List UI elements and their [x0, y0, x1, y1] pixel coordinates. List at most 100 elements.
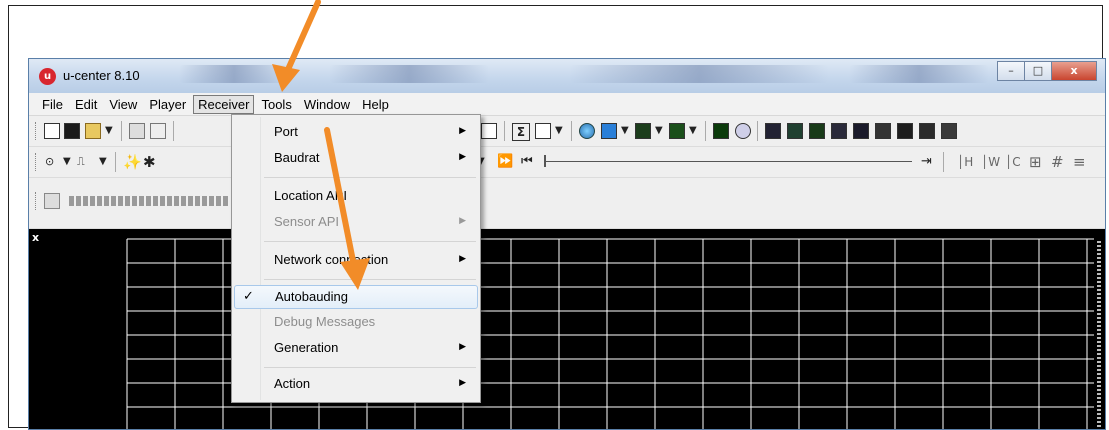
menu-item-label: Generation: [274, 340, 339, 355]
map-dropdown-icon[interactable]: ▼: [621, 122, 629, 140]
menu-item-label: Autobauding: [275, 289, 349, 304]
msg-w-icon[interactable]: │W: [981, 153, 1000, 171]
menu-item-label: Sensor API: [274, 214, 340, 229]
port-dropdown-icon[interactable]: ▼: [63, 153, 71, 171]
scale-tick: [1097, 405, 1101, 407]
menu-item-label: Baudrat: [274, 150, 320, 165]
menu-edit[interactable]: Edit: [70, 95, 102, 114]
menu-file[interactable]: File: [37, 95, 68, 114]
scale-tick: [1097, 393, 1101, 395]
list-view-icon[interactable]: [535, 123, 551, 139]
compass-icon[interactable]: [765, 123, 781, 139]
window-title: u-center 8.10: [63, 68, 140, 83]
scale-tick: [1097, 281, 1101, 283]
chart-dropdown-icon[interactable]: ▼: [655, 122, 663, 140]
fast-forward-icon[interactable]: ⏩: [497, 153, 513, 171]
receiver-dropdown-menu: Port ▶ Baudrat ▶ Location API Sensor API…: [231, 114, 481, 403]
graph-icon[interactable]: [809, 123, 825, 139]
baudrate-icon[interactable]: ⎍: [77, 153, 85, 171]
playback-slider[interactable]: [544, 161, 912, 162]
minimize-button[interactable]: –: [997, 61, 1025, 81]
status-segments: [69, 196, 229, 206]
menu-item-port[interactable]: Port ▶: [234, 121, 478, 145]
maximize-button[interactable]: □: [1024, 61, 1052, 81]
scale-tick: [1097, 389, 1101, 391]
app-logo-icon: u: [39, 68, 56, 85]
globe-icon[interactable]: [579, 123, 595, 139]
open-folder-icon[interactable]: [85, 123, 101, 139]
msg-grid-icon[interactable]: ⊞: [1029, 153, 1042, 171]
baud-dropdown-icon[interactable]: ▼: [99, 153, 107, 171]
menu-receiver[interactable]: Receiver: [193, 94, 255, 114]
print-preview-icon[interactable]: [150, 123, 166, 139]
scale-tick: [1097, 265, 1101, 267]
title-bar[interactable]: u u-center 8.10 – □ x: [29, 59, 1105, 93]
menu-tools[interactable]: Tools: [256, 95, 296, 114]
scale-tick: [1097, 285, 1101, 287]
satellite-view-icon[interactable]: [713, 123, 729, 139]
submenu-arrow-icon: ▶: [459, 152, 466, 162]
msg-h-icon[interactable]: │H: [957, 153, 973, 171]
wizard-icon[interactable]: ✨: [123, 153, 142, 171]
scale-tick: [1097, 397, 1101, 399]
scale-tick: [1097, 309, 1101, 311]
chart-line-icon[interactable]: [635, 123, 651, 139]
scale-tick: [1097, 325, 1101, 327]
print-icon[interactable]: [129, 123, 145, 139]
submenu-arrow-icon: ▶: [459, 216, 466, 226]
msg-filter-icon[interactable]: ≡: [1073, 153, 1086, 171]
scale-tick: [1097, 373, 1101, 375]
list-dropdown-icon[interactable]: ▼: [555, 122, 563, 140]
submenu-arrow-icon: ▶: [459, 254, 466, 264]
skip-start-icon[interactable]: ⏮: [521, 153, 533, 171]
menu-item-baudrate[interactable]: Baudrat ▶: [234, 147, 478, 171]
deviation-map-icon[interactable]: [853, 123, 869, 139]
bar-chart-icon[interactable]: [669, 123, 685, 139]
config-icon[interactable]: [44, 193, 60, 209]
radar-icon[interactable]: [735, 123, 751, 139]
sigma-icon[interactable]: Σ: [512, 123, 530, 141]
scale-tick: [1097, 261, 1101, 263]
menu-item-label: Debug Messages: [274, 314, 376, 329]
toolbar-player: ⊙ ▼ ⎍ ▼ ✨ ✱ ▼ ⏩ ⏮ ⇥ │H │W │C ⊞ # ≡: [29, 147, 1105, 178]
menu-help[interactable]: Help: [357, 95, 394, 114]
menu-player[interactable]: Player: [144, 95, 191, 114]
msg-c-icon[interactable]: │C: [1005, 153, 1021, 171]
statistics-icon[interactable]: [919, 123, 935, 139]
menu-item-sensor-api: Sensor API ▶: [234, 211, 478, 235]
new-document-icon[interactable]: [44, 123, 60, 139]
scale-tick: [1097, 353, 1101, 355]
bars-dropdown-icon[interactable]: ▼: [689, 122, 697, 140]
debug-icon[interactable]: ✱: [143, 153, 156, 171]
menu-window[interactable]: Window: [299, 95, 355, 114]
scale-tick: [1097, 305, 1101, 307]
menu-item-action[interactable]: Action ▶: [234, 373, 478, 397]
submenu-arrow-icon: ▶: [459, 378, 466, 388]
menu-item-autobauding[interactable]: ✓ Autobauding: [234, 285, 478, 309]
submenu-arrow-icon: ▶: [459, 126, 466, 136]
scale-tick: [1097, 349, 1101, 351]
histogram-icon[interactable]: [875, 123, 891, 139]
menu-item-location-api[interactable]: Location API: [234, 185, 478, 209]
open-dropdown-icon[interactable]: ▼: [105, 122, 113, 140]
signal-icon[interactable]: [787, 123, 803, 139]
camera-icon[interactable]: [897, 123, 913, 139]
world-map-icon[interactable]: [601, 123, 617, 139]
table-view-icon[interactable]: [481, 123, 497, 139]
sky-view-icon[interactable]: [831, 123, 847, 139]
menu-view[interactable]: View: [104, 95, 142, 114]
menu-item-generation[interactable]: Generation ▶: [234, 337, 478, 361]
skip-end-icon[interactable]: ⇥: [921, 153, 932, 171]
menu-item-network-connection[interactable]: Network connection ▶: [234, 249, 478, 273]
scale-tick: [1097, 257, 1101, 259]
port-icon[interactable]: ⊙: [45, 153, 54, 171]
msg-hash-icon[interactable]: #: [1051, 153, 1064, 171]
scale-tick: [1097, 337, 1101, 339]
scale-tick: [1097, 253, 1101, 255]
playback-slider-thumb[interactable]: [544, 155, 546, 167]
scale-tick: [1097, 333, 1101, 335]
scale-tick: [1097, 409, 1101, 411]
save-icon[interactable]: [64, 123, 80, 139]
close-button[interactable]: x: [1051, 61, 1097, 81]
docking-icon[interactable]: [941, 123, 957, 139]
